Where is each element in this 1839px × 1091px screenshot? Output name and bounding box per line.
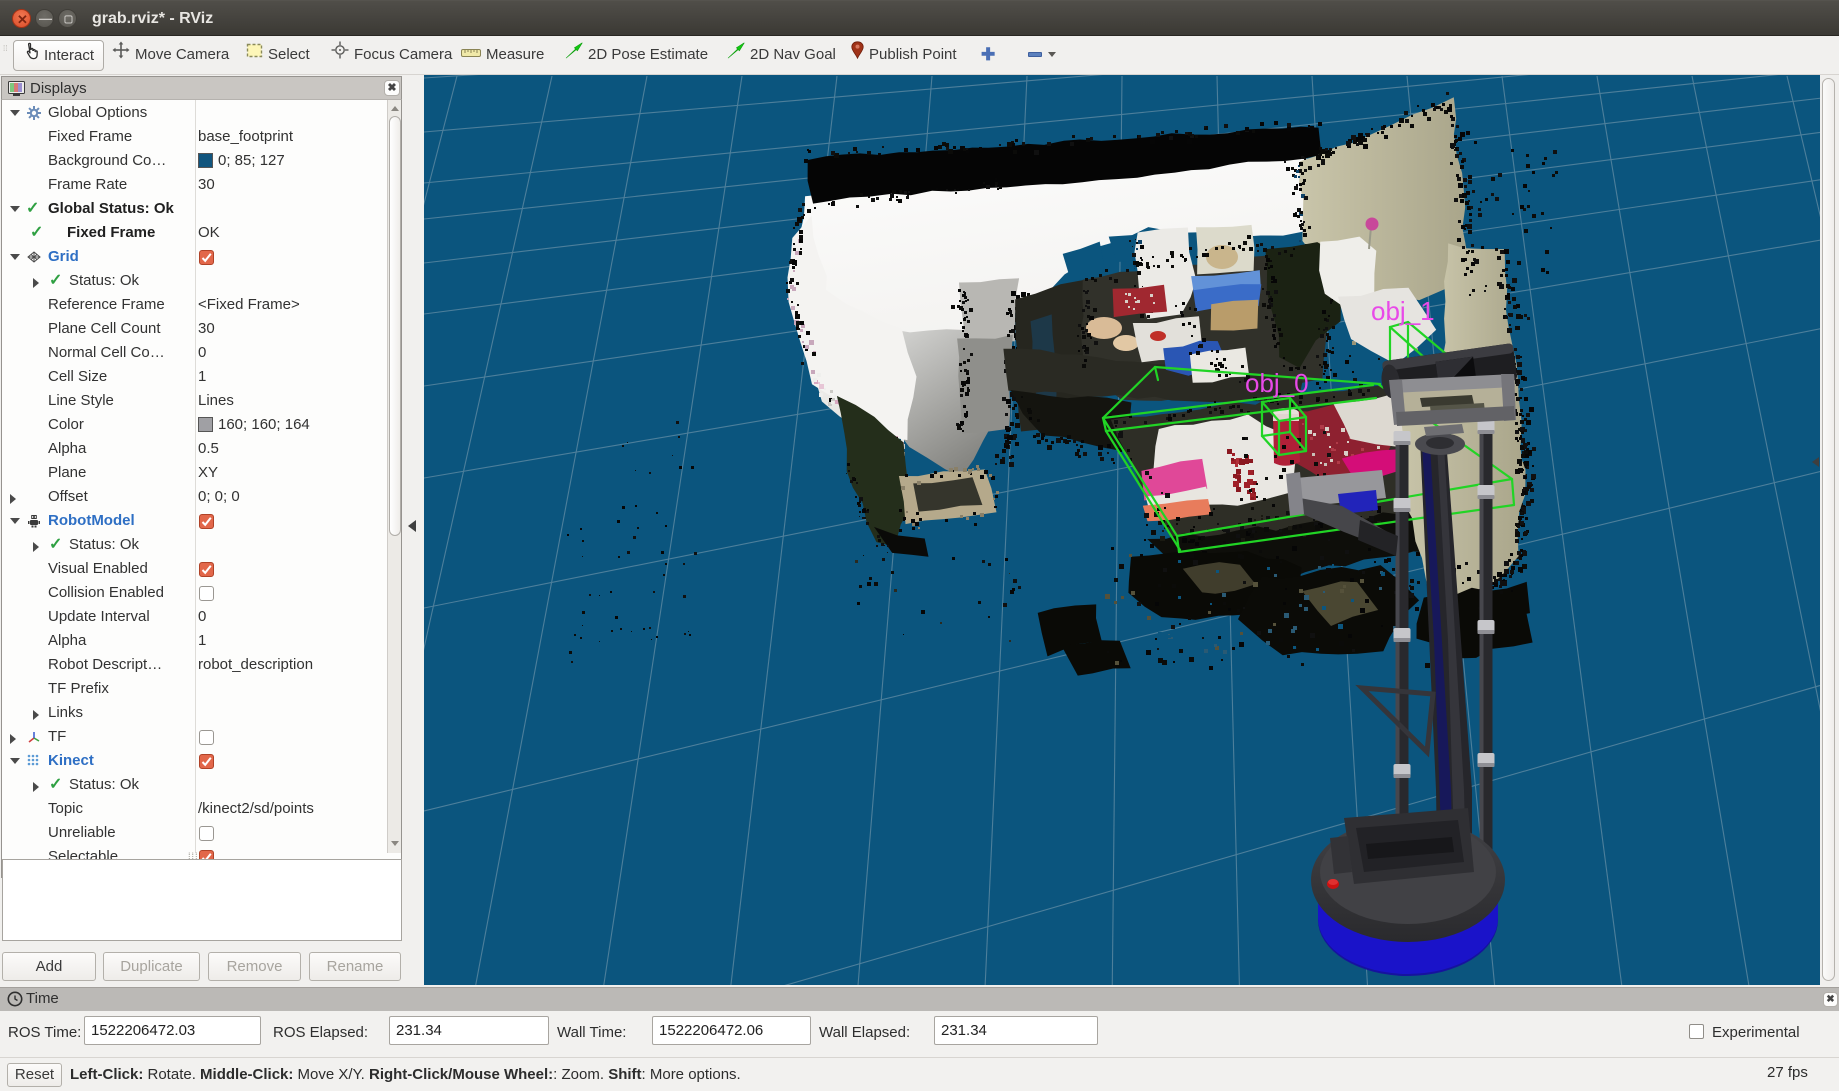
- svg-text:obj_1: obj_1: [1371, 296, 1435, 326]
- svg-text:obj_0: obj_0: [1245, 368, 1309, 398]
